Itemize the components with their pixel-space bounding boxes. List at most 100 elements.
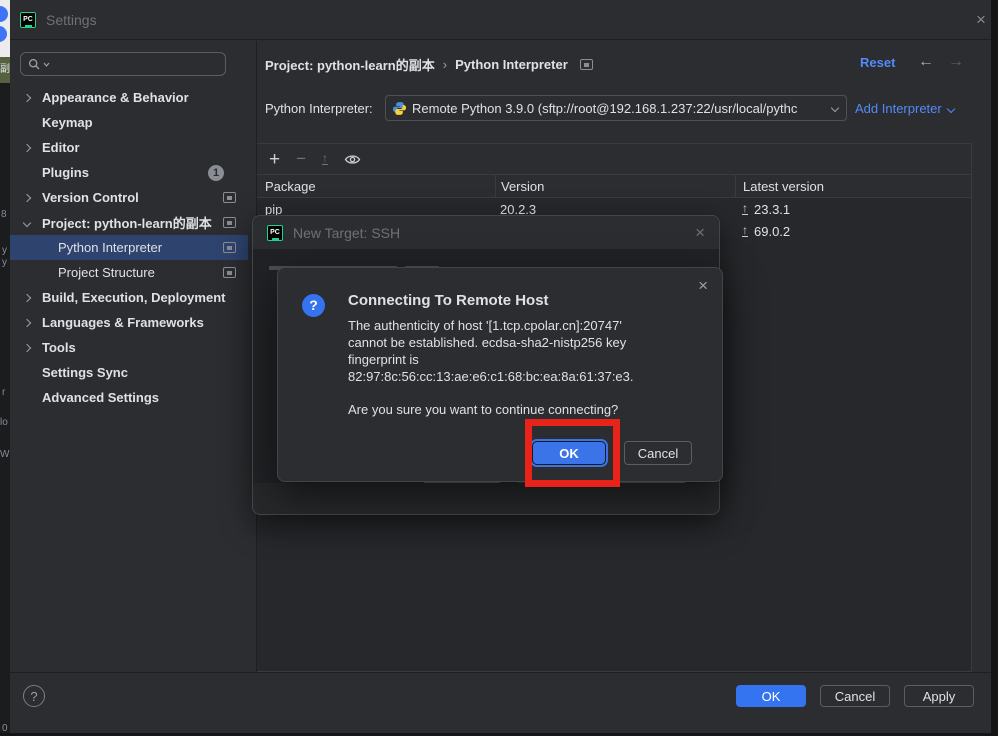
close-icon[interactable]: × <box>695 224 705 241</box>
desktop-blue-dot <box>0 6 8 22</box>
column-header-latest[interactable]: Latest version <box>735 175 971 197</box>
close-icon[interactable]: × <box>698 276 708 296</box>
apply-button[interactable]: Apply <box>904 685 974 707</box>
settings-titlebar: PC Settings × <box>10 0 991 40</box>
breadcrumb-project[interactable]: Project: python-learn的副本 <box>265 55 435 74</box>
close-icon[interactable]: × <box>976 11 986 28</box>
sidebar-item-label: Appearance & Behavior <box>42 90 189 105</box>
desktop-blue-dot <box>0 26 7 42</box>
sidebar-item-label: Tools <box>42 340 76 355</box>
sidebar-item-build-execution[interactable]: Build, Execution, Deployment <box>10 285 248 310</box>
chevron-down-icon <box>946 104 954 112</box>
desktop-glyph: 副 <box>0 65 10 75</box>
sidebar-item-languages-frameworks[interactable]: Languages & Frameworks <box>10 310 248 335</box>
desktop-glyph: 8 <box>1 210 7 220</box>
sidebar-item-tools[interactable]: Tools <box>10 335 248 360</box>
breadcrumb: Project: python-learn的副本 › Python Interp… <box>265 55 593 74</box>
message-line: fingerprint is <box>348 351 634 368</box>
pycharm-logo-icon: PC <box>20 12 36 28</box>
window-title: Settings <box>46 12 97 28</box>
desktop-background-strip: 副 8 y y r lo W 0 <box>0 0 10 736</box>
chevron-right-icon[interactable] <box>23 293 31 301</box>
interpreter-value: Remote Python 3.9.0 (sftp://root@192.168… <box>412 101 827 116</box>
column-header-version[interactable]: Version <box>495 175 735 197</box>
eye-icon[interactable] <box>344 153 361 166</box>
python-icon <box>392 101 407 116</box>
desktop-glyph: y <box>2 246 7 256</box>
interpreter-label: Python Interpreter: <box>265 101 373 116</box>
sidebar-item-project[interactable]: Project: python-learn的副本 <box>10 210 248 235</box>
help-icon[interactable]: ? <box>23 685 45 707</box>
package-latest-version: 23.3.1 <box>754 202 790 217</box>
search-input[interactable] <box>52 57 212 72</box>
packages-table-header: Package Version Latest version <box>257 174 971 198</box>
sidebar-item-label: Languages & Frameworks <box>42 315 204 330</box>
chevron-right-icon[interactable] <box>23 93 31 101</box>
scope-icon <box>223 242 236 253</box>
sidebar-item-label: Version Control <box>42 190 139 205</box>
search-filter-chevron-icon <box>43 62 50 67</box>
chevron-down-icon[interactable] <box>23 218 31 226</box>
sidebar-item-version-control[interactable]: Version Control <box>10 185 248 210</box>
packages-toolbar: + − ↑ <box>257 144 971 174</box>
chevron-right-icon[interactable] <box>23 193 31 201</box>
cancel-button[interactable]: Cancel <box>820 685 890 707</box>
settings-footer: ? OK Cancel Apply <box>10 672 991 733</box>
message-line: 82:97:8c:56:cc:13:ae:e6:c1:68:bc:ea:8a:6… <box>348 368 634 385</box>
upgrade-available-icon[interactable]: ↑ <box>742 225 748 237</box>
desktop-glyph: W <box>0 450 9 460</box>
connecting-dialog: × ? Connecting To Remote Host The authen… <box>277 267 723 482</box>
desktop-glyph: r <box>2 388 5 398</box>
add-interpreter-link[interactable]: Add Interpreter <box>855 101 954 116</box>
sidebar-item-project-structure[interactable]: Project Structure <box>10 260 248 285</box>
message-line: The authenticity of host '[1.tcp.cpolar.… <box>348 317 634 334</box>
settings-search-box[interactable] <box>20 52 226 76</box>
search-icon <box>28 58 41 71</box>
upgrade-available-icon[interactable]: ↑ <box>742 203 748 215</box>
upgrade-package-icon[interactable]: ↑ <box>322 153 328 165</box>
sidebar-item-python-interpreter[interactable]: Python Interpreter <box>10 235 248 260</box>
sidebar-item-label: Build, Execution, Deployment <box>42 290 225 305</box>
message-line: cannot be established. ecdsa-sha2-nistp2… <box>348 334 634 351</box>
sidebar-item-editor[interactable]: Editor <box>10 135 248 160</box>
chevron-right-icon[interactable] <box>23 343 31 351</box>
scope-icon <box>580 59 593 70</box>
interpreter-select[interactable]: Remote Python 3.9.0 (sftp://root@192.168… <box>385 95 847 121</box>
desktop-green-block: 副 <box>0 57 10 83</box>
sidebar-item-appearance[interactable]: Appearance & Behavior <box>10 85 248 110</box>
reset-link[interactable]: Reset <box>860 55 895 70</box>
question-icon: ? <box>302 294 325 317</box>
desktop-glyph: y <box>2 258 7 268</box>
sidebar-item-label: Advanced Settings <box>42 390 159 405</box>
red-highlight-annotation <box>525 419 620 487</box>
forward-arrow-icon[interactable]: → <box>948 53 964 71</box>
sidebar-item-label: Settings Sync <box>42 365 128 380</box>
sidebar-item-advanced-settings[interactable]: Advanced Settings <box>10 385 248 410</box>
pycharm-logo-icon: PC <box>267 225 283 241</box>
package-latest-version: 69.0.2 <box>754 224 790 239</box>
sidebar-item-settings-sync[interactable]: Settings Sync <box>10 360 248 385</box>
sidebar-item-label: Editor <box>42 140 80 155</box>
sidebar-item-label: Keymap <box>42 115 93 130</box>
connect-cancel-button[interactable]: Cancel <box>624 441 692 465</box>
ssh-dialog-title: New Target: SSH <box>293 225 685 241</box>
connecting-dialog-title: Connecting To Remote Host <box>348 292 549 309</box>
desktop-right-sliver <box>991 0 998 736</box>
column-header-package[interactable]: Package <box>257 179 495 194</box>
remove-package-icon[interactable]: − <box>296 149 306 169</box>
add-interpreter-label: Add Interpreter <box>855 101 942 116</box>
ssh-dialog-footer: ? Previous Next Cancel <box>253 481 719 514</box>
connecting-dialog-question: Are you sure you want to continue connec… <box>348 402 618 417</box>
chevron-right-icon[interactable] <box>23 318 31 326</box>
ok-button[interactable]: OK <box>736 685 806 707</box>
back-arrow-icon[interactable]: ← <box>918 53 934 71</box>
sidebar-item-plugins[interactable]: Plugins 1 <box>10 160 248 185</box>
sidebar-item-label: Project Structure <box>58 265 155 280</box>
connecting-dialog-message: The authenticity of host '[1.tcp.cpolar.… <box>348 317 634 385</box>
sidebar-item-label: Python Interpreter <box>58 240 162 255</box>
chevron-right-icon[interactable] <box>23 143 31 151</box>
sidebar-item-keymap[interactable]: Keymap <box>10 110 248 135</box>
desktop-glyph: lo <box>0 418 8 428</box>
settings-sidebar: Appearance & Behavior Keymap Editor Plug… <box>10 41 257 672</box>
add-package-icon[interactable]: + <box>269 150 280 169</box>
